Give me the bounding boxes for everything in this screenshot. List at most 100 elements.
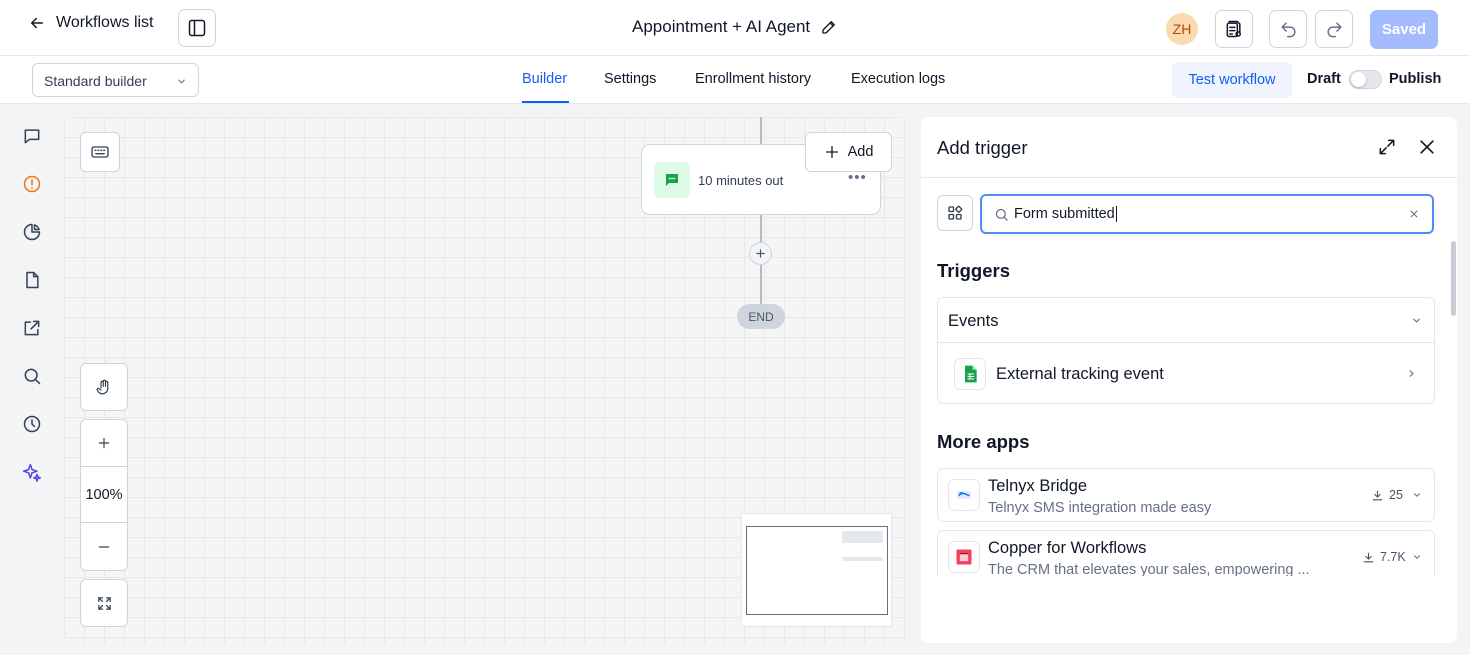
back-label: Workflows list xyxy=(56,14,154,31)
trigger-search-input[interactable]: Form submitted xyxy=(980,194,1434,234)
panel-header: Add trigger xyxy=(921,117,1457,178)
sparkle-icon[interactable] xyxy=(21,461,43,483)
add-step-button[interactable]: Add xyxy=(805,132,892,172)
add-label: Add xyxy=(847,144,874,160)
top-bar: Workflows list Appointment + AI Agent ZH… xyxy=(0,0,1470,56)
avatar[interactable]: ZH xyxy=(1166,13,1198,45)
builder-type-select[interactable]: Standard builder xyxy=(32,63,199,97)
telnyx-logo-icon xyxy=(948,479,980,511)
more-apps-heading: More apps xyxy=(937,431,1030,452)
sub-bar: Standard builder Builder Settings Enroll… xyxy=(0,56,1470,104)
minus-icon xyxy=(97,540,111,554)
external-link-icon[interactable] xyxy=(21,317,43,339)
expand-icon[interactable] xyxy=(1377,137,1397,157)
sidebar-panel-icon xyxy=(187,18,207,38)
plus-icon xyxy=(824,144,840,160)
draft-label: Draft xyxy=(1307,71,1341,87)
expand-icon xyxy=(96,595,113,612)
chevron-down-icon xyxy=(176,76,187,87)
arrow-left-icon xyxy=(28,14,46,32)
pan-tool-button[interactable] xyxy=(80,363,128,411)
search-icon xyxy=(994,207,1009,222)
workflow-canvas[interactable]: 10 minutes out ••• Add END 100% xyxy=(64,117,908,643)
zoom-in-button[interactable] xyxy=(81,420,127,466)
categories-button[interactable] xyxy=(937,195,973,231)
builder-type-value: Standard builder xyxy=(44,73,147,89)
zoom-controls: 100% xyxy=(80,419,128,571)
panel-footer-fade xyxy=(921,576,1457,643)
minimap-node xyxy=(842,557,883,561)
undo-button[interactable] xyxy=(1269,10,1307,48)
search-icon[interactable] xyxy=(21,365,43,387)
back-to-workflows-link[interactable]: Workflows list xyxy=(28,14,154,32)
events-accordion-header[interactable]: Events xyxy=(938,298,1434,343)
install-count-value: 25 xyxy=(1389,488,1403,502)
end-node: END xyxy=(737,304,785,329)
events-label: Events xyxy=(948,312,999,330)
keyboard-shortcuts-button[interactable] xyxy=(80,132,120,172)
redo-icon xyxy=(1325,20,1344,39)
workflow-title-text: Appointment + AI Agent xyxy=(632,17,811,36)
download-icon xyxy=(1371,489,1384,502)
alert-circle-icon[interactable] xyxy=(21,173,43,195)
install-count: 7.7K xyxy=(1362,550,1406,564)
sheet-icon xyxy=(954,358,986,390)
active-tab-indicator xyxy=(522,101,569,103)
chevron-down-icon xyxy=(1412,490,1422,500)
message-icon xyxy=(654,162,690,198)
panel-title: Add trigger xyxy=(937,137,1028,158)
zoom-level: 100% xyxy=(85,486,123,503)
fit-view-button[interactable] xyxy=(80,579,128,627)
workflow-title: Appointment + AI Agent xyxy=(632,17,838,37)
minimap[interactable] xyxy=(741,513,892,627)
app-name: Copper for Workflows xyxy=(988,539,1147,557)
publish-toggle[interactable] xyxy=(1349,70,1382,89)
tab-enrollment-history[interactable]: Enrollment history xyxy=(695,71,811,87)
app-name: Telnyx Bridge xyxy=(988,477,1088,495)
install-count-value: 7.7K xyxy=(1380,550,1406,564)
history-icon[interactable] xyxy=(21,413,43,435)
plus-icon xyxy=(97,436,111,450)
keyboard-icon xyxy=(90,142,110,162)
search-value: Form submitted xyxy=(1014,206,1117,222)
pencil-icon[interactable] xyxy=(820,18,838,36)
clear-search-icon[interactable] xyxy=(1409,209,1419,219)
app-description: Telnyx SMS integration made easy xyxy=(988,500,1212,516)
connector-line xyxy=(760,265,762,304)
test-workflow-button[interactable]: Test workflow xyxy=(1172,62,1292,98)
event-item-label: External tracking event xyxy=(996,365,1164,383)
toggle-sidebar-button[interactable] xyxy=(178,9,216,47)
chevron-right-icon xyxy=(1406,368,1417,379)
tab-settings[interactable]: Settings xyxy=(604,71,656,87)
zoom-out-button[interactable] xyxy=(81,523,127,570)
copper-logo-icon xyxy=(948,541,980,573)
minimap-node xyxy=(842,531,883,543)
redo-button[interactable] xyxy=(1315,10,1353,48)
events-card: Events External tracking event xyxy=(937,297,1435,404)
chevron-down-icon xyxy=(1412,552,1422,562)
notes-button[interactable] xyxy=(1215,10,1253,48)
add-node-button[interactable] xyxy=(749,242,772,265)
grid-icon xyxy=(946,204,964,222)
document-icon[interactable] xyxy=(21,269,43,291)
download-icon xyxy=(1362,551,1375,564)
pie-chart-icon[interactable] xyxy=(21,221,43,243)
add-trigger-panel: Add trigger Form submitted Triggers Even… xyxy=(921,117,1457,643)
install-count: 25 xyxy=(1371,488,1403,502)
undo-icon xyxy=(1279,20,1298,39)
list-item-external-tracking-event[interactable]: External tracking event xyxy=(938,344,1434,404)
tab-execution-logs[interactable]: Execution logs xyxy=(851,71,945,87)
node-label: 10 minutes out xyxy=(698,173,784,188)
panel-scrollbar[interactable] xyxy=(1451,241,1456,316)
close-icon[interactable] xyxy=(1417,137,1437,157)
saved-button[interactable]: Saved xyxy=(1370,10,1438,49)
triggers-heading: Triggers xyxy=(937,260,1010,281)
publish-label: Publish xyxy=(1389,71,1442,87)
chat-icon[interactable] xyxy=(21,125,43,147)
tab-builder[interactable]: Builder xyxy=(522,71,567,87)
notes-icon xyxy=(1224,19,1244,39)
connector-line xyxy=(760,117,762,144)
hand-icon xyxy=(95,378,113,396)
plus-icon xyxy=(755,248,766,259)
app-card-telnyx-bridge[interactable]: Telnyx Bridge Telnyx SMS integration mad… xyxy=(937,468,1435,522)
